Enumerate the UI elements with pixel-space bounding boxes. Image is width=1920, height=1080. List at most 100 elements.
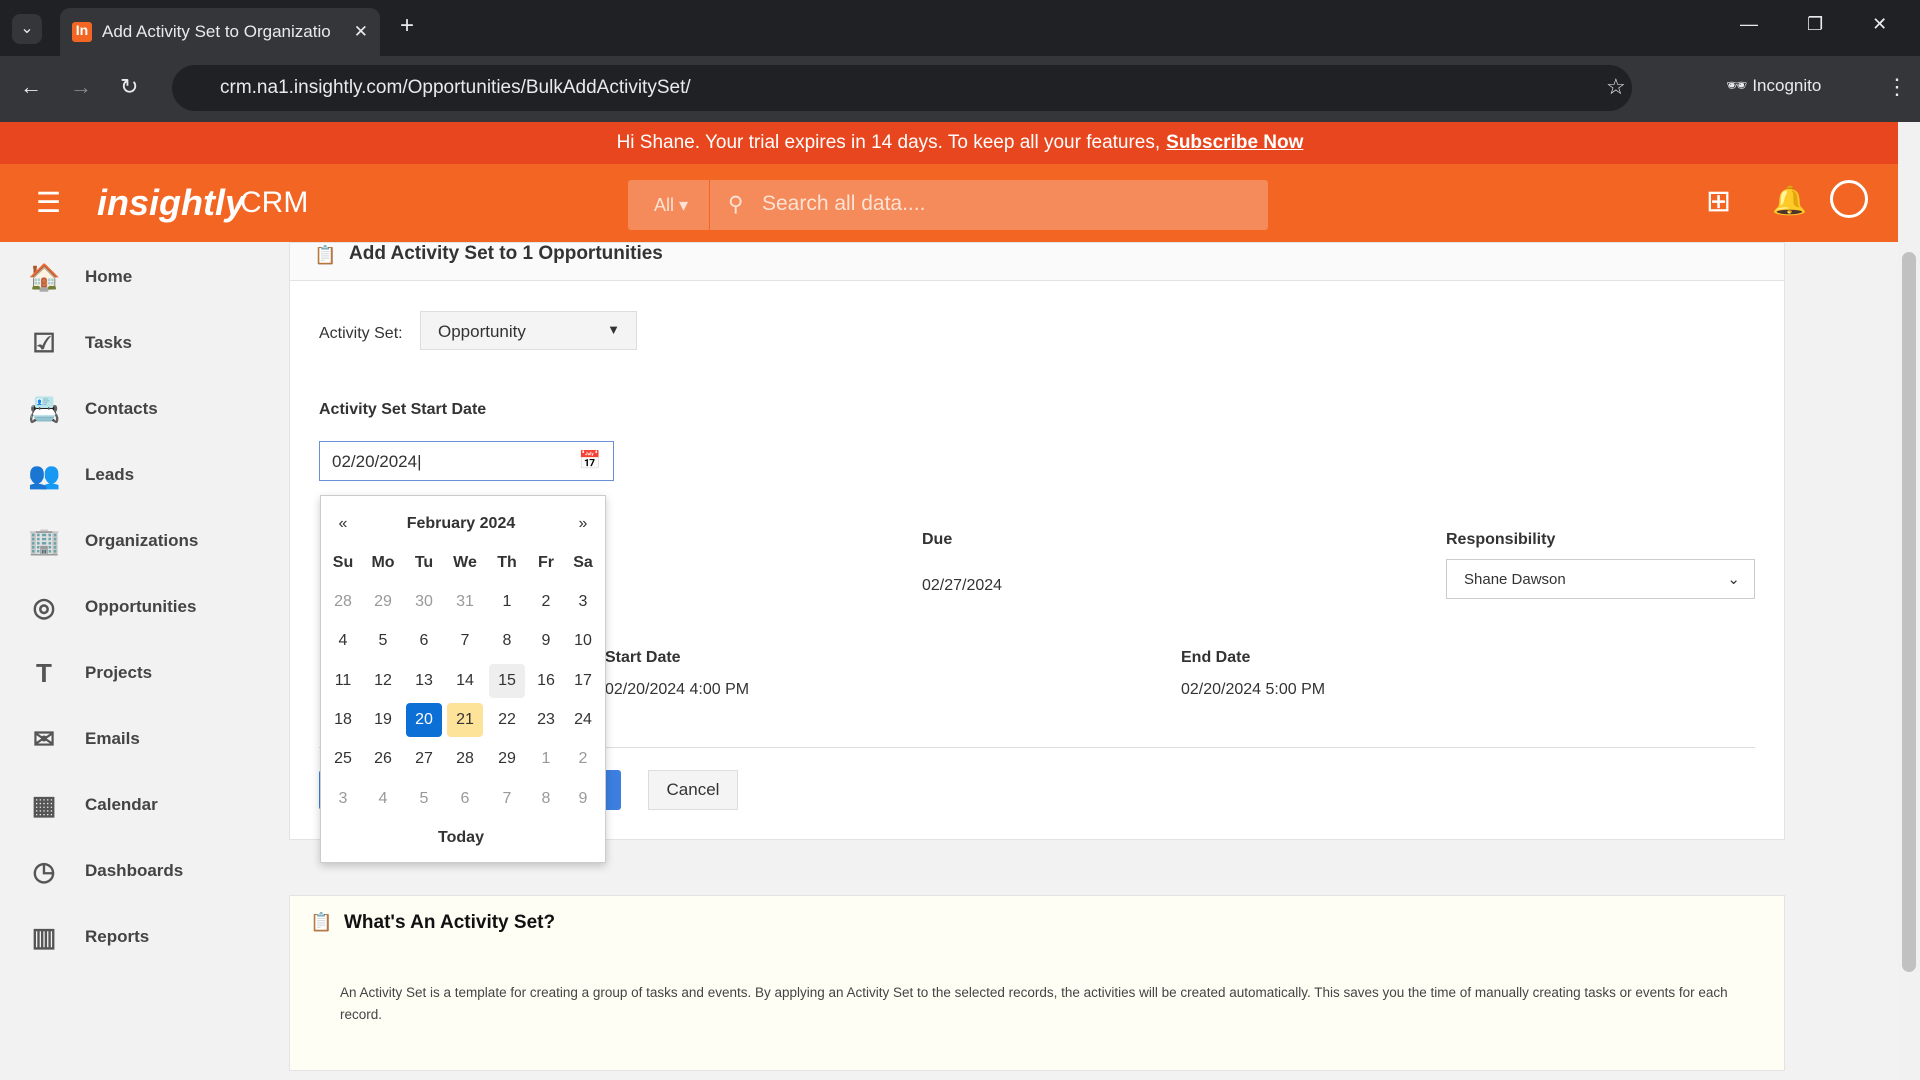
forward-icon[interactable]: → (70, 74, 92, 100)
help-panel: 📋 What's An Activity Set? An Activity Se… (289, 895, 1785, 1071)
calendar-day[interactable]: 5 (365, 624, 401, 658)
calendar-day[interactable]: 26 (365, 742, 401, 776)
help-title: What's An Activity Set? (344, 912, 556, 933)
sidebar-item-emails[interactable]: ✉ Emails (28, 724, 140, 754)
sidebar-item-leads[interactable]: 👥 Leads (28, 460, 134, 490)
page-scrollbar[interactable] (1898, 122, 1920, 1080)
calendar-day[interactable]: 16 (528, 664, 564, 698)
sidebar-item-label: Leads (85, 465, 135, 484)
search-input[interactable]: Search all data.... (762, 192, 925, 216)
cancel-button[interactable]: Cancel (648, 770, 738, 810)
calendar-day[interactable]: 5 (406, 782, 442, 816)
sidebar-item-label: Calendar (85, 795, 158, 814)
url-field[interactable]: crm.na1.insightly.com/Opportunities/Bulk… (172, 65, 1632, 111)
window-controls[interactable]: — ❐ ✕ (1740, 14, 1887, 35)
sidebar-item-tasks[interactable]: ☑ Tasks (28, 328, 132, 358)
product-name: CRM (240, 186, 309, 219)
calendar-day[interactable]: 4 (325, 624, 361, 658)
subscribe-now-link[interactable]: Subscribe Now (1166, 132, 1303, 153)
weekday-header: Fr (538, 554, 554, 571)
emails-icon: ✉ (33, 724, 55, 754)
leads-icon: 👥 (28, 460, 61, 490)
calendar-day[interactable]: 23 (528, 703, 564, 737)
weekday-header: Mo (371, 554, 395, 571)
sidebar-item-reports[interactable]: ▥ Reports (28, 922, 150, 952)
notifications-bell-icon[interactable]: 🔔 (1772, 184, 1807, 217)
calendar-day[interactable]: 1 (528, 742, 564, 776)
event-end-date-label: End Date (1181, 649, 1251, 666)
month-title[interactable]: February 2024 (381, 507, 541, 541)
search-scope-dropdown[interactable]: All ▾ (628, 180, 710, 230)
sidebar-item-opportunities[interactable]: ◎ Opportunities (28, 592, 197, 622)
calendar-day[interactable]: 3 (565, 585, 601, 619)
today-button[interactable]: Today (381, 821, 541, 855)
calendar-day[interactable]: 15 (489, 663, 525, 698)
calendar-day[interactable]: 3 (325, 782, 361, 816)
app-header: ☰ insightly CRM All ▾ ⚲ Search all data.… (0, 164, 1898, 242)
browser-tab[interactable]: In Add Activity Set to Organizatio ✕ (60, 8, 380, 56)
prev-month-button[interactable]: « (325, 507, 361, 541)
calendar-day[interactable]: 20 (406, 702, 442, 737)
calendar-day[interactable]: 19 (365, 703, 401, 737)
close-tab-icon[interactable]: ✕ (354, 22, 368, 42)
calendar-day[interactable]: 31 (447, 585, 483, 619)
back-icon[interactable]: ← (20, 74, 42, 100)
sidebar-item-organizations[interactable]: 🏢 Organizations (28, 526, 198, 556)
calendar-day[interactable]: 10 (565, 624, 601, 658)
reload-icon[interactable]: ↻ (120, 74, 138, 100)
sidebar-item-contacts[interactable]: 📇 Contacts (28, 394, 158, 424)
calendar-day[interactable]: 8 (528, 782, 564, 816)
sidebar-item-projects[interactable]: T Projects (28, 658, 152, 688)
incognito-badge[interactable]: 🕶 Incognito (1726, 76, 1821, 96)
calendar-day[interactable]: 22 (489, 703, 525, 737)
search-bar: All ▾ ⚲ Search all data.... (628, 180, 1268, 230)
bookmark-star-icon[interactable]: ☆ (1606, 74, 1626, 100)
next-month-button[interactable]: » (565, 507, 601, 541)
hamburger-menu-icon[interactable]: ☰ (36, 186, 61, 219)
calendar-day[interactable]: 6 (406, 624, 442, 658)
calendar-day[interactable]: 6 (447, 782, 483, 816)
tab-list-button[interactable]: ⌄ (12, 14, 42, 44)
add-icon[interactable]: ⊞ (1706, 184, 1731, 219)
calendar-day[interactable]: 12 (365, 664, 401, 698)
calendar-day[interactable]: 2 (565, 742, 601, 776)
activity-set-select[interactable]: Opportunity ▼ (420, 311, 637, 350)
calendar-day[interactable]: 13 (406, 664, 442, 698)
calendar-day[interactable]: 24 (565, 703, 601, 737)
calendar-day[interactable]: 30 (406, 585, 442, 619)
calendar-day[interactable]: 29 (489, 742, 525, 776)
calendar-day[interactable]: 8 (489, 624, 525, 658)
calendar-day[interactable]: 18 (325, 703, 361, 737)
calendar-day[interactable]: 1 (489, 585, 525, 619)
sidebar-item-label: Home (85, 267, 133, 286)
start-date-input[interactable]: 02/20/2024| 📅 (319, 441, 614, 481)
event-end-date-value: 02/20/2024 5:00 PM (1181, 681, 1326, 698)
browser-tab-bar: ⌄ In Add Activity Set to Organizatio ✕ +… (0, 0, 1920, 56)
sidebar-item-home[interactable]: 🏠 Home (28, 262, 132, 292)
sidebar-item-dashboards[interactable]: ◷ Dashboards (28, 856, 184, 886)
new-tab-button[interactable]: + (400, 12, 414, 40)
sidebar-item-calendar[interactable]: ▦ Calendar (28, 790, 158, 820)
calendar-day[interactable]: 28 (325, 585, 361, 619)
calendar-day[interactable]: 9 (565, 782, 601, 816)
chevron-down-icon: ▼ (607, 322, 620, 337)
calendar-day[interactable]: 29 (365, 585, 401, 619)
calendar-day[interactable]: 28 (447, 742, 483, 776)
calendar-day[interactable]: 9 (528, 624, 564, 658)
menu-icon[interactable]: ⋮ (1886, 74, 1908, 100)
calendar-day[interactable]: 4 (365, 782, 401, 816)
calendar-day[interactable]: 25 (325, 742, 361, 776)
weekday-header: We (453, 554, 477, 571)
calendar-day[interactable]: 27 (406, 742, 442, 776)
calendar-day[interactable]: 14 (447, 664, 483, 698)
responsibility-select[interactable]: Shane Dawson ⌄ (1446, 559, 1755, 599)
calendar-day[interactable]: 7 (489, 782, 525, 816)
user-avatar-icon[interactable] (1830, 180, 1868, 218)
scrollbar-thumb[interactable] (1902, 252, 1916, 972)
calendar-day[interactable]: 21 (447, 702, 483, 737)
calendar-day[interactable]: 17 (565, 664, 601, 698)
calendar-day[interactable]: 11 (325, 664, 361, 698)
calendar-day[interactable]: 7 (447, 624, 483, 658)
logo[interactable]: insightly (97, 182, 245, 224)
calendar-day[interactable]: 2 (528, 585, 564, 619)
